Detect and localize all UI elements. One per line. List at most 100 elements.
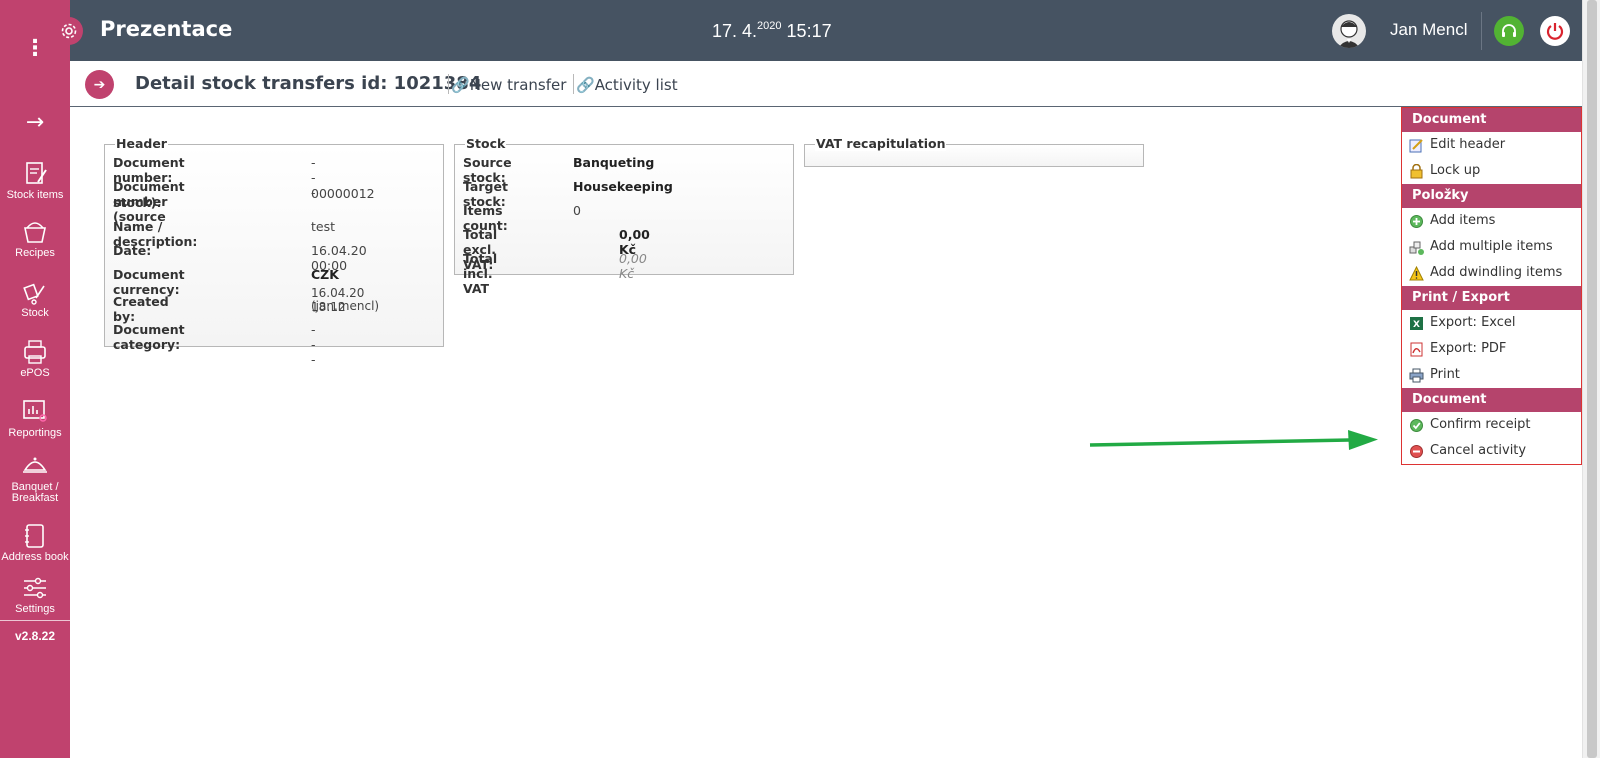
printer-icon	[1409, 368, 1424, 383]
banquet-icon	[23, 457, 47, 473]
sidebar-item-stock-items[interactable]: Stock items	[0, 160, 70, 201]
page-title: Detail stock transfers id: 1021384	[135, 73, 482, 94]
date: 17. 4.	[712, 21, 758, 41]
sidebar-item-label: Reportings	[8, 427, 62, 439]
stock-items-icon	[26, 162, 47, 184]
action-label: Confirm receipt	[1430, 417, 1531, 432]
scrollbar-thumb[interactable]	[1587, 0, 1597, 758]
vat-legend: VAT recapitulation	[815, 136, 947, 151]
action-label: Add items	[1430, 213, 1496, 228]
field-value: ---	[311, 322, 316, 367]
annotation-arrow-icon	[1089, 430, 1378, 450]
page-title-bar: ➔ Detail stock transfers id: 1021384 🔗Ne…	[70, 61, 1582, 107]
new-transfer-label: New transfer	[469, 76, 567, 94]
section-document: Document	[1402, 108, 1581, 132]
action-label: Edit header	[1430, 137, 1506, 152]
field-label: stock):	[113, 195, 162, 210]
field-label: Document currency:	[113, 267, 185, 297]
action-label: Lock up	[1430, 163, 1481, 178]
section-print-export: Print / Export	[1402, 286, 1581, 310]
top-bar: Prezentace 17. 4.2020 15:17 Jan Mencl	[70, 0, 1582, 61]
pdf-icon	[1410, 342, 1423, 357]
cancel-activity-button[interactable]: Cancel activity	[1402, 438, 1581, 464]
field-value: 0	[573, 203, 581, 218]
activity-list-label: Activity list	[594, 76, 678, 94]
sidebar-item-label: Recipes	[15, 247, 55, 259]
stock-legend: Stock	[465, 136, 507, 151]
divider	[448, 74, 449, 94]
expand-sidebar-icon[interactable]: →	[0, 110, 70, 135]
field-value: 00000012	[311, 186, 375, 201]
field-label: Document category:	[113, 322, 185, 352]
print-button[interactable]: Print	[1402, 362, 1581, 388]
epos-icon	[24, 340, 46, 364]
action-label: Cancel activity	[1430, 443, 1527, 458]
excel-icon: X	[1410, 317, 1423, 330]
link-icon: 🔗	[451, 76, 470, 94]
action-label: Export: PDF	[1430, 341, 1507, 356]
sidebar-item-epos[interactable]: ePOS	[0, 338, 70, 379]
sidebar-item-label: ePOS	[20, 367, 50, 379]
svg-text:X: X	[1413, 320, 1420, 330]
export-pdf-button[interactable]: Export: PDF	[1402, 336, 1581, 362]
sidebar-item-reportings[interactable]: Reportings	[0, 398, 70, 439]
recipes-icon	[24, 222, 46, 243]
new-transfer-link[interactable]: 🔗New transfer	[451, 76, 566, 94]
support-headset-icon[interactable]	[1494, 16, 1524, 46]
sidebar-item-banquet[interactable]: Banquet / Breakfast	[0, 452, 70, 504]
section-document-2: Document	[1402, 388, 1581, 412]
export-excel-button[interactable]: X Export: Excel	[1402, 310, 1581, 336]
check-circle-icon	[1410, 419, 1423, 432]
time: 15:17	[786, 21, 832, 41]
action-label: Add multiple items	[1430, 239, 1553, 254]
add-circle-icon	[1410, 215, 1423, 228]
sidebar-item-recipes[interactable]: Recipes	[0, 218, 70, 259]
sidebar-item-label: Stock items	[6, 189, 64, 201]
header-box: Header Document number: --- Document numb…	[104, 136, 444, 367]
add-items-button[interactable]: Add items	[1402, 208, 1581, 234]
app-version: v2.8.22	[14, 629, 56, 643]
divider	[1481, 12, 1482, 50]
add-multiple-items-button[interactable]: Add multiple items	[1402, 234, 1581, 260]
sidebar-item-label: Stock	[21, 307, 49, 319]
actions-panel: Document Edit header Lock up Položky Add…	[1401, 107, 1582, 465]
action-label: Add dwindling items	[1430, 265, 1563, 280]
more-menu-icon[interactable]: ⋮	[0, 38, 70, 60]
lock-icon	[1410, 164, 1423, 179]
multiple-items-icon	[1409, 241, 1424, 255]
cancel-circle-icon	[1410, 445, 1423, 458]
action-label: Export: Excel	[1430, 315, 1516, 330]
sidebar-item-settings[interactable]: Settings	[0, 574, 70, 615]
sidebar: ⋮ → Stock items Recipes Stock ePOS Repor…	[0, 0, 70, 758]
edit-header-button[interactable]: Edit header	[1402, 132, 1581, 158]
sidebar-item-label: Banquet / Breakfast	[11, 481, 59, 504]
link-icon: 🔗	[576, 76, 595, 94]
confirm-receipt-button[interactable]: Confirm receipt	[1402, 412, 1581, 438]
field-value: (jan.mencl)	[311, 299, 380, 313]
activity-list-link[interactable]: 🔗Activity list	[576, 76, 678, 94]
power-logout-icon[interactable]	[1540, 16, 1570, 46]
header-legend: Header	[115, 136, 168, 151]
date-time: 17. 4.2020 15:17	[712, 20, 832, 42]
sidebar-item-stock[interactable]: Stock	[0, 278, 70, 319]
user-name[interactable]: Jan Mencl	[1390, 20, 1467, 40]
field-value: CZK	[311, 267, 339, 282]
warning-icon	[1409, 266, 1424, 281]
vertical-scrollbar[interactable]	[1582, 0, 1600, 758]
add-dwindling-items-button[interactable]: Add dwindling items	[1402, 260, 1581, 286]
field-label: Created by:	[113, 294, 169, 324]
sidebar-divider	[0, 620, 70, 621]
field-label: Date:	[113, 243, 152, 258]
back-arrow-icon[interactable]: ➔	[85, 70, 114, 99]
settings-sliders-icon	[24, 577, 46, 599]
lock-up-button[interactable]: Lock up	[1402, 158, 1581, 184]
avatar[interactable]	[1332, 14, 1366, 48]
divider	[573, 74, 574, 94]
gear-icon[interactable]	[55, 17, 83, 45]
year: 2020	[757, 20, 782, 32]
field-value: Banqueting	[573, 155, 655, 170]
sidebar-item-address-book[interactable]: Address book	[0, 522, 70, 563]
field-value: Housekeeping	[573, 179, 673, 194]
stock-box: Stock Source stock: Banqueting Target sto…	[454, 136, 794, 296]
field-value: 0,00 Kč	[619, 251, 647, 281]
